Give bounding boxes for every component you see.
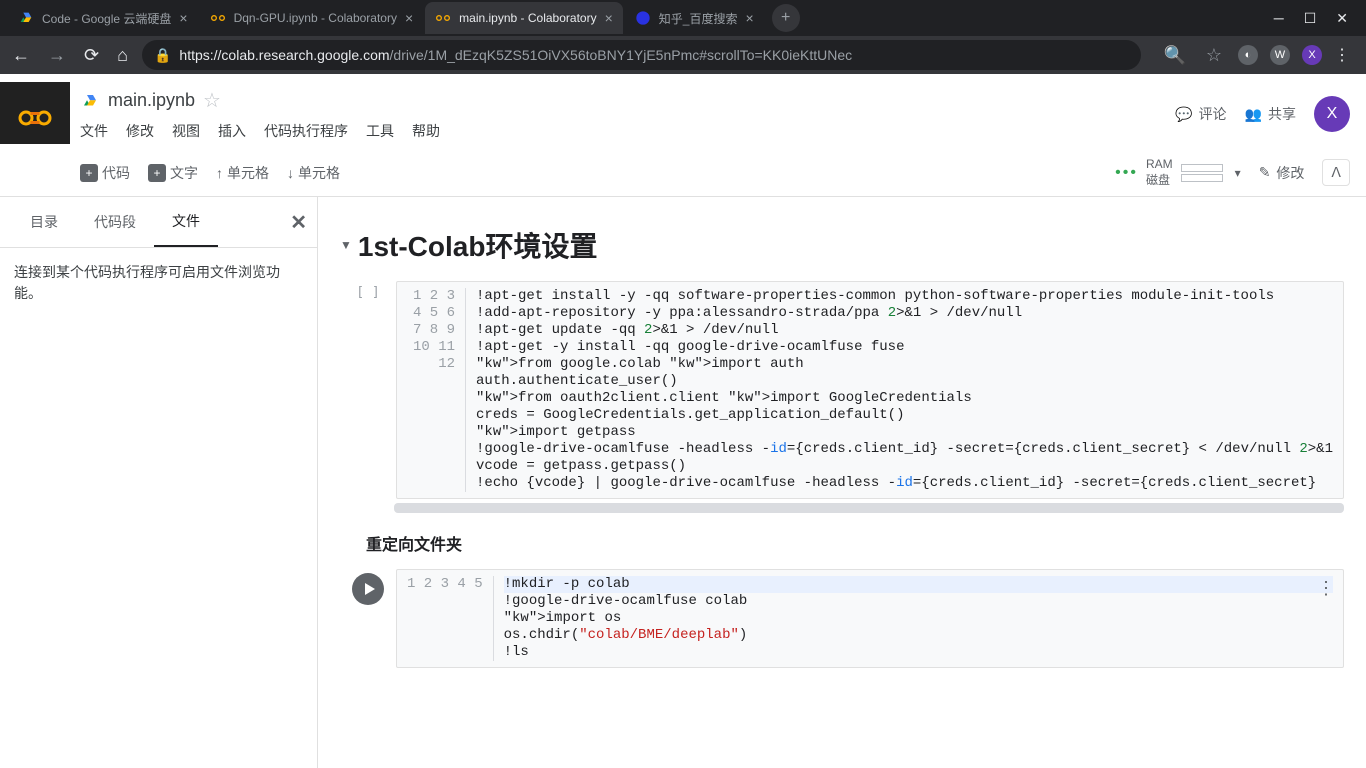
reload-button[interactable]: ⟳	[80, 41, 103, 70]
notebook-area: ▼ 1st-Colab环境设置 [ ] 1 2 3 4 5 6 7 8 9 10…	[318, 197, 1366, 768]
edit-mode-button[interactable]: ✎修改	[1259, 163, 1305, 183]
colab-header: main.ipynb ☆ 文件修改视图插入代码执行程序工具帮助 💬 评论 👥 共…	[0, 74, 1366, 151]
extension-icon-1[interactable]: ◐	[1238, 45, 1258, 65]
menu-item-3[interactable]: 插入	[218, 121, 246, 141]
close-window-button[interactable]: ✕	[1336, 10, 1348, 27]
browser-tab-3[interactable]: 知乎_百度搜索×	[625, 2, 764, 34]
extension-icon-2[interactable]: W	[1270, 45, 1290, 65]
code-cell-1[interactable]: [ ] 1 2 3 4 5 6 7 8 9 10 11 12 !apt-get …	[340, 281, 1344, 499]
url-host: https://colab.research.google.com	[179, 47, 389, 63]
back-button[interactable]: ←	[8, 41, 34, 70]
section-title: 1st-Colab环境设置	[358, 225, 598, 265]
tab-close-icon[interactable]: ×	[605, 10, 613, 26]
browser-tab-strip: Code - Google 云端硬盘×Dqn-GPU.ipynb - Colab…	[0, 0, 1366, 36]
forward-button[interactable]: →	[44, 41, 70, 70]
browser-toolbar: ← → ⟳ ⌂ 🔒 https://colab.research.google.…	[0, 36, 1366, 74]
toolbar: +代码 +文字 ↑单元格 ↓单元格 ••• RAM 磁盘 ▾ ✎修改 ᐱ	[0, 151, 1366, 197]
cell-menu-icon[interactable]: ⋮	[1317, 578, 1335, 599]
side-tab-1[interactable]: 代码段	[76, 198, 154, 246]
browser-tab-0[interactable]: Code - Google 云端硬盘×	[8, 2, 198, 34]
side-tab-0[interactable]: 目录	[12, 198, 76, 246]
document-title[interactable]: main.ipynb	[108, 90, 195, 111]
close-panel-icon[interactable]: ✕	[290, 210, 307, 235]
code-editor-1[interactable]: !apt-get install -y -qq software-propert…	[466, 288, 1333, 492]
ram-label: RAM	[1146, 157, 1173, 171]
side-panel: 目录代码段文件 ✕ 连接到某个代码执行程序可启用文件浏览功能。	[0, 197, 318, 768]
star-icon[interactable]: ☆	[203, 88, 221, 113]
profile-icon[interactable]: X	[1302, 45, 1322, 65]
side-tab-2[interactable]: 文件	[154, 197, 218, 247]
add-code-button[interactable]: +代码	[80, 163, 130, 183]
side-panel-tabs: 目录代码段文件 ✕	[0, 197, 317, 248]
menu-item-5[interactable]: 工具	[366, 121, 394, 141]
lock-icon: 🔒	[154, 47, 171, 64]
share-icon: 👥	[1245, 106, 1262, 123]
resource-indicator[interactable]: ••• RAM 磁盘 ▾	[1115, 157, 1241, 188]
share-button[interactable]: 👥 共享	[1245, 104, 1296, 124]
cell-up-button[interactable]: ↑单元格	[216, 163, 269, 183]
menu-item-2[interactable]: 视图	[172, 121, 200, 141]
menu-item-4[interactable]: 代码执行程序	[264, 121, 348, 141]
cell-down-button[interactable]: ↓单元格	[287, 163, 340, 183]
add-text-button[interactable]: +文字	[148, 163, 198, 183]
tab-close-icon[interactable]: ×	[745, 10, 753, 26]
comment-button[interactable]: 💬 评论	[1175, 104, 1226, 124]
star-bookmark-icon[interactable]: ☆	[1202, 41, 1226, 70]
menu-item-6[interactable]: 帮助	[412, 121, 440, 141]
zoom-icon[interactable]: 🔍	[1159, 41, 1189, 70]
arrow-down-icon: ↓	[287, 165, 294, 181]
minimize-button[interactable]: ─	[1274, 10, 1284, 27]
horizontal-scrollbar[interactable]	[394, 503, 1344, 513]
disk-label: 磁盘	[1146, 171, 1173, 188]
browser-menu-icon[interactable]: ⋮	[1334, 45, 1350, 65]
disk-bar	[1181, 174, 1223, 182]
comment-icon: 💬	[1175, 106, 1192, 123]
text-cell[interactable]: 重定向文件夹	[340, 513, 1344, 565]
execution-indicator: [ ]	[356, 285, 379, 499]
arrow-up-icon: ↑	[216, 165, 223, 181]
window-controls: ─ ☐ ✕	[1274, 10, 1358, 27]
code-cell-2[interactable]: ⋮ 1 2 3 4 5 !mkdir -p colab !google-driv…	[340, 569, 1344, 668]
user-avatar[interactable]: X	[1314, 96, 1350, 132]
home-button[interactable]: ⌂	[113, 41, 132, 70]
maximize-button[interactable]: ☐	[1304, 10, 1317, 27]
new-tab-button[interactable]: +	[772, 4, 800, 32]
menu-bar: 文件修改视图插入代码执行程序工具帮助	[80, 115, 1175, 151]
tab-close-icon[interactable]: ×	[405, 10, 413, 26]
drive-icon	[80, 92, 100, 110]
address-bar[interactable]: 🔒 https://colab.research.google.com/driv…	[142, 40, 1141, 70]
ram-bar	[1181, 164, 1223, 172]
browser-tab-2[interactable]: main.ipynb - Colaboratory×	[425, 2, 623, 34]
tab-close-icon[interactable]: ×	[179, 10, 187, 26]
run-cell-button[interactable]	[352, 573, 384, 605]
browser-tab-1[interactable]: Dqn-GPU.ipynb - Colaboratory×	[200, 2, 424, 34]
menu-item-1[interactable]: 修改	[126, 121, 154, 141]
connection-status-icon: •••	[1115, 164, 1138, 182]
menu-item-0[interactable]: 文件	[80, 121, 108, 141]
extension-icons: 🔍 ☆ ◐ W X ⋮	[1151, 41, 1358, 70]
colab-logo[interactable]	[0, 82, 70, 144]
pencil-icon: ✎	[1259, 164, 1271, 181]
section-header[interactable]: ▼ 1st-Colab环境设置	[340, 207, 1344, 277]
resource-dropdown-icon[interactable]: ▾	[1235, 166, 1241, 180]
collapse-button[interactable]: ᐱ	[1322, 159, 1350, 186]
section-collapse-icon[interactable]: ▼	[340, 238, 352, 252]
url-path: /drive/1M_dEzqK5ZS51OiVX56toBNY1YjE5nPmc…	[390, 47, 853, 63]
side-panel-content: 连接到某个代码执行程序可启用文件浏览功能。	[0, 248, 317, 318]
code-editor-2[interactable]: !mkdir -p colab !google-drive-ocamlfuse …	[494, 576, 1333, 661]
